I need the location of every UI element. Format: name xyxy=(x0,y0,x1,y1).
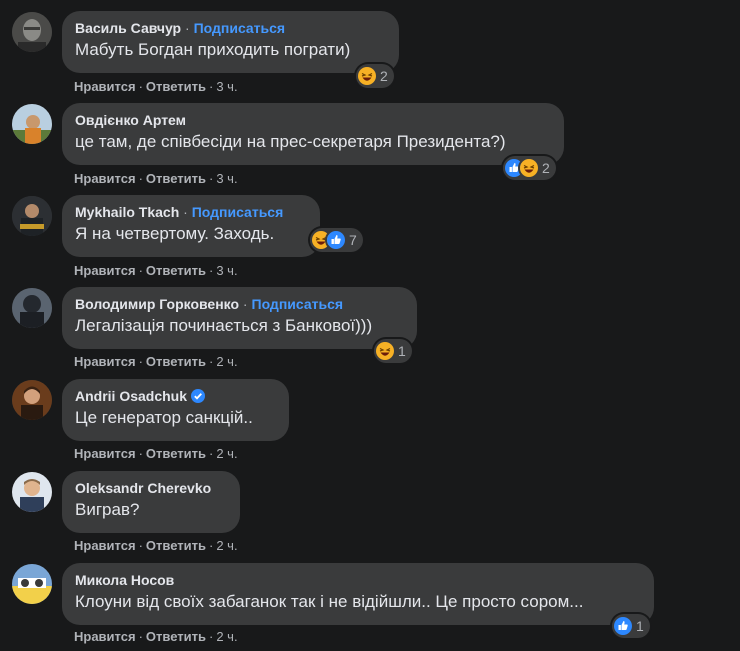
author-name[interactable]: Володимир Горковенко xyxy=(75,296,239,312)
reaction-count: 1 xyxy=(636,618,644,634)
comment-bubble: Володимир Горковенко · Подписаться Легал… xyxy=(62,287,417,349)
comment-bubble: Овдієнко Артем це там, де співбесіди на … xyxy=(62,103,564,165)
like-link[interactable]: Нравится xyxy=(74,538,136,553)
haha-icon xyxy=(520,159,538,177)
like-link[interactable]: Нравится xyxy=(74,354,136,369)
avatar[interactable] xyxy=(12,196,52,236)
timestamp[interactable]: 2 ч. xyxy=(216,629,237,644)
comment-bubble: Andrii Osadchuk Це генератор санкцій.. xyxy=(62,379,289,441)
reply-link[interactable]: Ответить xyxy=(146,171,206,186)
avatar[interactable] xyxy=(12,12,52,52)
reaction-count: 7 xyxy=(349,232,357,248)
reply-link[interactable]: Ответить xyxy=(146,538,206,553)
timestamp[interactable]: 2 ч. xyxy=(216,538,237,553)
avatar[interactable] xyxy=(12,104,52,144)
reply-link[interactable]: Ответить xyxy=(146,354,206,369)
comment-text: Виграв? xyxy=(75,500,140,519)
timestamp[interactable]: 3 ч. xyxy=(216,79,237,94)
comment-actions: Нравится · Ответить · 3 ч. xyxy=(74,79,238,94)
author-name[interactable]: Oleksandr Cherevko xyxy=(75,480,211,496)
comment-text: Це генератор санкцій.. xyxy=(75,408,253,427)
comment-text: Я на четвертому. Заходь. xyxy=(75,224,275,243)
like-link[interactable]: Нравится xyxy=(74,629,136,644)
like-icon xyxy=(614,617,632,635)
author-name[interactable]: Mykhailo Tkach xyxy=(75,204,179,220)
reply-link[interactable]: Ответить xyxy=(146,446,206,461)
haha-icon xyxy=(376,342,394,360)
timestamp[interactable]: 3 ч. xyxy=(216,171,237,186)
comment-text: Легалізація починається з Банкової))) xyxy=(75,316,373,335)
comment-actions: Нравится · Ответить · 2 ч. xyxy=(74,354,238,369)
reply-link[interactable]: Ответить xyxy=(146,629,206,644)
reactions-summary[interactable]: 7 xyxy=(310,228,363,252)
author-name[interactable]: Овдієнко Артем xyxy=(75,112,186,128)
haha-icon xyxy=(358,67,376,85)
comment-text: Мабуть Богдан приходить пограти) xyxy=(75,40,351,59)
reply-link[interactable]: Ответить xyxy=(146,79,206,94)
like-icon xyxy=(327,231,345,249)
like-link[interactable]: Нравится xyxy=(74,263,136,278)
reactions-summary[interactable]: 2 xyxy=(503,156,556,180)
author-name[interactable]: Микола Носов xyxy=(75,572,174,588)
reaction-count: 2 xyxy=(542,160,550,176)
avatar[interactable] xyxy=(12,472,52,512)
avatar[interactable] xyxy=(12,564,52,604)
reactions-summary[interactable]: 2 xyxy=(356,64,394,88)
author-name[interactable]: Andrii Osadchuk xyxy=(75,388,187,404)
comment-actions: Нравится · Ответить · 2 ч. xyxy=(74,538,238,553)
reply-link[interactable]: Ответить xyxy=(146,263,206,278)
comment-actions: Нравится · Ответить · 3 ч. xyxy=(74,171,238,186)
like-link[interactable]: Нравится xyxy=(74,171,136,186)
like-link[interactable]: Нравится xyxy=(74,446,136,461)
reactions-summary[interactable]: 1 xyxy=(612,614,650,638)
verified-badge-icon xyxy=(191,389,206,403)
comment-text: це там, де співбесіди на прес-секретаря … xyxy=(75,132,506,151)
subscribe-link[interactable]: Подписаться xyxy=(192,204,284,220)
comment-actions: Нравится · Ответить · 2 ч. xyxy=(74,629,238,644)
comment-actions: Нравится · Ответить · 3 ч. xyxy=(74,263,238,278)
comment-actions: Нравится · Ответить · 2 ч. xyxy=(74,446,238,461)
subscribe-link[interactable]: Подписаться xyxy=(194,20,286,36)
comment-bubble: Василь Савчур · Подписаться Мабуть Богда… xyxy=(62,11,399,73)
subscribe-link[interactable]: Подписаться xyxy=(252,296,344,312)
comment-bubble: Микола Носов Клоуни від своїх забаганок … xyxy=(62,563,654,625)
avatar[interactable] xyxy=(12,380,52,420)
comment-bubble: Mykhailo Tkach · Подписаться Я на четвер… xyxy=(62,195,320,257)
timestamp[interactable]: 2 ч. xyxy=(216,446,237,461)
like-link[interactable]: Нравится xyxy=(74,79,136,94)
timestamp[interactable]: 2 ч. xyxy=(216,354,237,369)
reactions-summary[interactable]: 1 xyxy=(374,339,412,363)
comment-text: Клоуни від своїх забаганок так і не віді… xyxy=(75,592,584,611)
avatar[interactable] xyxy=(12,288,52,328)
reaction-count: 2 xyxy=(380,68,388,84)
comment-bubble: Oleksandr Cherevko Виграв? xyxy=(62,471,240,533)
timestamp[interactable]: 3 ч. xyxy=(216,263,237,278)
reaction-count: 1 xyxy=(398,343,406,359)
author-name[interactable]: Василь Савчур xyxy=(75,20,181,36)
